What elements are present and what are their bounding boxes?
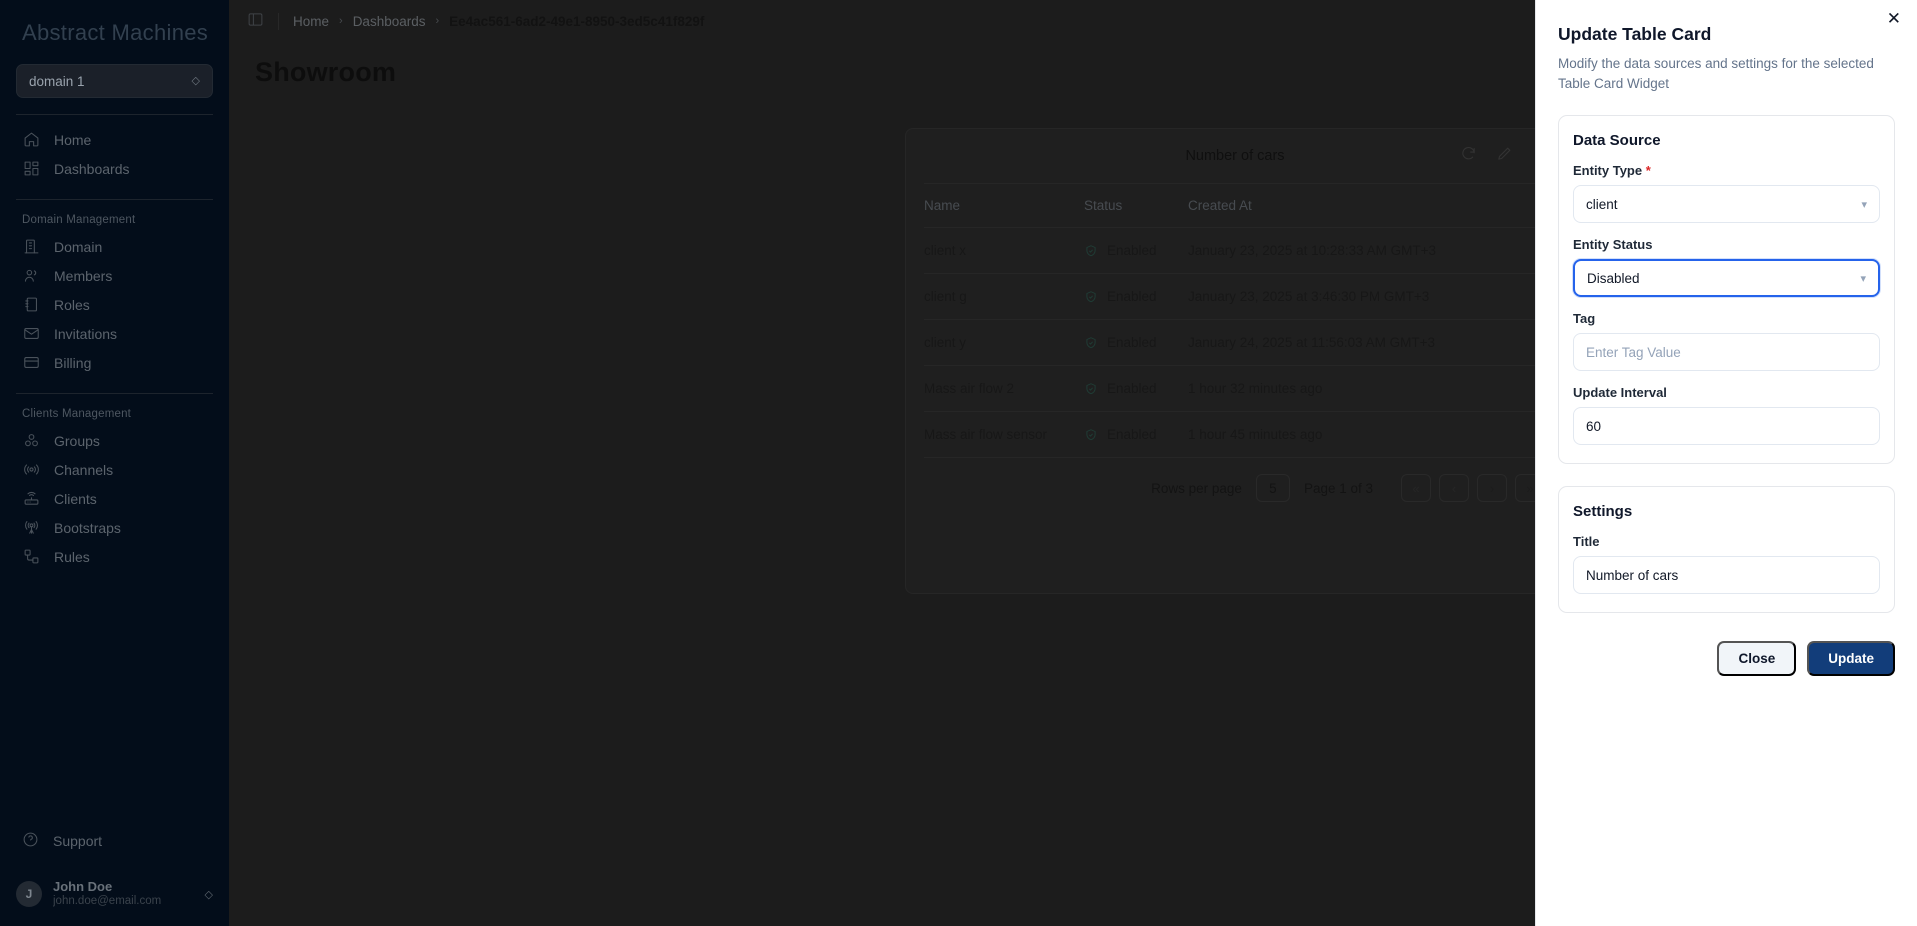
title-field: Title Number of cars (1573, 534, 1880, 595)
sidebar-nav-primary: Home Dashboards (0, 115, 229, 183)
sidebar-item-label: Roles (54, 296, 90, 313)
sidebar-item-home[interactable]: Home (0, 125, 229, 154)
entity-type-label: Entity Type * (1573, 163, 1880, 178)
title-value: Number of cars (1586, 567, 1679, 583)
app-logo: Abstract Machines (22, 20, 209, 45)
sidebar-nav-clients: Groups Channels Clients Bootstraps Rules (0, 426, 229, 571)
entity-type-label-text: Entity Type (1573, 163, 1643, 179)
domain-selector[interactable]: domain 1 ◇ (16, 64, 213, 98)
groups-icon (22, 432, 40, 450)
sidebar-item-groups[interactable]: Groups (0, 426, 229, 455)
sidebar: Abstract Machines domain 1 ◇ Home Dashbo… (0, 0, 229, 926)
close-icon[interactable]: ✕ (1887, 10, 1901, 27)
sidebar-item-label: Invitations (54, 325, 118, 342)
sidebar-section-clients-management: Clients Management (22, 408, 132, 420)
tag-input[interactable]: Enter Tag Value (1573, 333, 1880, 372)
entity-status-label: Entity Status (1573, 237, 1653, 253)
update-button[interactable]: Update (1807, 641, 1895, 677)
panel-footer: Close Update (1558, 641, 1895, 677)
chevron-down-icon: ▾ (1861, 198, 1867, 211)
credit-card-icon (22, 354, 40, 372)
entity-type-select[interactable]: client ▾ (1573, 185, 1880, 224)
user-profile[interactable]: J John Doe john.doe@email.com ◇ (0, 868, 229, 920)
router-icon (22, 490, 40, 508)
sidebar-item-members[interactable]: Members (0, 261, 229, 290)
broadcast-icon (22, 519, 40, 537)
entity-status-value: Disabled (1587, 270, 1640, 286)
entity-type-value: client (1586, 196, 1618, 212)
members-icon (22, 267, 40, 285)
sidebar-nav-domain: Domain Members Roles Invitations Billing (0, 232, 229, 377)
sidebar-item-label: Clients (54, 490, 97, 507)
sidebar-item-rules[interactable]: Rules (0, 542, 229, 571)
title-input[interactable]: Number of cars (1573, 556, 1880, 595)
sidebar-item-label: Channels (54, 461, 114, 478)
update-interval-label: Update Interval (1573, 385, 1667, 401)
home-icon (22, 131, 40, 149)
sidebar-item-label: Home (54, 131, 92, 148)
envelope-icon (22, 325, 40, 343)
sidebar-item-label: Billing (54, 354, 92, 371)
chevron-updown-icon: ◇ (204, 888, 213, 901)
update-table-card-panel: ✕ Update Table Card Modify the data sour… (1535, 0, 1917, 926)
data-source-heading: Data Source (1573, 132, 1661, 150)
settings-group: Settings Title Number of cars (1558, 486, 1895, 614)
sidebar-item-support[interactable]: Support (0, 826, 229, 856)
entity-status-field: Entity Status Disabled ▾ (1573, 237, 1880, 298)
tag-placeholder: Enter Tag Value (1586, 344, 1681, 360)
dashboards-icon (22, 160, 40, 178)
sidebar-item-billing[interactable]: Billing (0, 348, 229, 377)
tag-field: Tag Enter Tag Value (1573, 311, 1880, 372)
tag-label: Tag (1573, 311, 1596, 327)
rules-icon (22, 548, 40, 566)
close-button[interactable]: Close (1717, 641, 1797, 677)
sidebar-item-channels[interactable]: Channels (0, 455, 229, 484)
sidebar-item-invitations[interactable]: Invitations (0, 319, 229, 348)
settings-heading: Settings (1573, 503, 1633, 521)
sidebar-section-domain-management: Domain Management (22, 214, 136, 226)
sidebar-item-domain[interactable]: Domain (0, 232, 229, 261)
sidebar-item-label: Domain (54, 238, 103, 255)
app-root: Abstract Machines domain 1 ◇ Home Dashbo… (0, 0, 1917, 926)
required-asterisk: * (1645, 163, 1651, 179)
update-interval-input[interactable]: 60 (1573, 407, 1880, 446)
entity-type-field: Entity Type * client ▾ (1573, 163, 1880, 224)
sidebar-item-label: Members (54, 267, 113, 284)
sidebar-item-label: Bootstraps (54, 519, 121, 536)
sidebar-item-clients[interactable]: Clients (0, 484, 229, 513)
user-name: John Doe (53, 879, 113, 894)
help-circle-icon (22, 831, 39, 851)
domain-selector-value: domain 1 (29, 73, 85, 89)
data-source-group: Data Source Entity Type * client ▾ Entit… (1558, 115, 1895, 465)
roles-icon (22, 296, 40, 314)
channels-icon (22, 461, 40, 479)
panel-title: Update Table Card (1558, 24, 1712, 44)
sidebar-item-label: Rules (54, 548, 90, 565)
sidebar-item-roles[interactable]: Roles (0, 290, 229, 319)
avatar: J (16, 881, 42, 907)
chevron-updown-icon: ◇ (191, 74, 200, 87)
sidebar-item-label: Groups (54, 432, 100, 449)
sidebar-item-label: Support (53, 833, 103, 849)
sidebar-item-label: Dashboards (54, 160, 130, 177)
update-interval-value: 60 (1586, 418, 1602, 434)
user-meta: John Doe john.doe@email.com (53, 880, 194, 908)
update-interval-field: Update Interval 60 (1573, 385, 1880, 446)
title-label: Title (1573, 534, 1600, 550)
user-email: john.doe@email.com (53, 894, 162, 907)
entity-status-select[interactable]: Disabled ▾ (1573, 259, 1880, 298)
chevron-down-icon: ▾ (1860, 272, 1866, 285)
sidebar-item-bootstraps[interactable]: Bootstraps (0, 513, 229, 542)
panel-subtitle: Modify the data sources and settings for… (1558, 56, 1874, 91)
sidebar-item-dashboards[interactable]: Dashboards (0, 154, 229, 183)
building-icon (22, 238, 40, 256)
